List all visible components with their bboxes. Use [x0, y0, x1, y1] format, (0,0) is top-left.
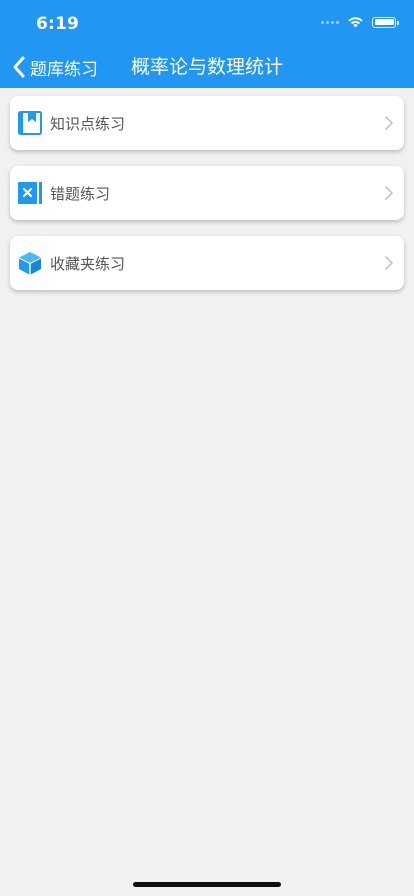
wifi-icon: [348, 17, 363, 28]
status-icons: [321, 16, 399, 28]
bookmark-book-icon: [18, 111, 42, 135]
chevron-right-icon: [384, 116, 394, 130]
menu-item-label: 错题练习: [50, 184, 111, 203]
cube-box-icon: [18, 251, 42, 275]
battery-icon: [372, 16, 399, 28]
header: 6:19 题库练习 概率论与数理统计: [0, 0, 414, 88]
chevron-left-icon: [13, 56, 25, 78]
menu-item-wrong-practice[interactable]: 错题练习: [10, 166, 404, 220]
menu-item-knowledge-practice[interactable]: 知识点练习: [10, 96, 404, 150]
chevron-right-icon: [384, 186, 394, 200]
app-screen: 6:19 题库练习 概率论与数理统计 知识点练习 错题练习 收藏夹练习: [0, 0, 414, 896]
chevron-right-icon: [384, 256, 394, 270]
cellular-signal-icon: [321, 20, 339, 24]
menu-item-favorites-practice[interactable]: 收藏夹练习: [10, 236, 404, 290]
page-title-text: 概率论与数理统计: [130, 56, 283, 78]
back-button[interactable]: 题库练习: [12, 52, 98, 82]
menu-item-label: 收藏夹练习: [50, 254, 126, 273]
menu-item-label: 知识点练习: [50, 114, 126, 133]
home-indicator[interactable]: [133, 882, 281, 887]
status-time: 6:19: [36, 14, 80, 34]
wrong-x-icon: [18, 181, 42, 205]
back-label: 题库练习: [30, 59, 98, 80]
